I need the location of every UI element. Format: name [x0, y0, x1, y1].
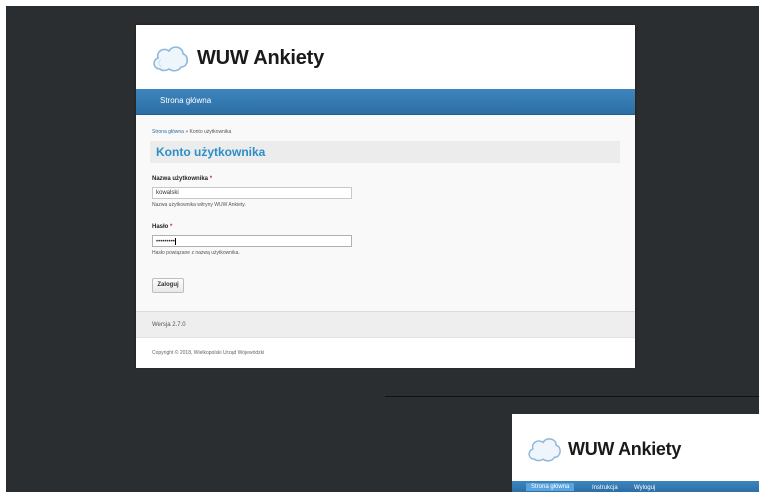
second-brand-header[interactable]: WUW Ankiety: [526, 431, 681, 467]
nav-item-home[interactable]: Strona główna: [160, 96, 211, 105]
second-site-title: WUW Ankiety: [568, 438, 682, 459]
page-title-box: Konto użytkownika: [150, 141, 620, 163]
site-title: WUW Ankiety: [197, 46, 325, 69]
username-input-value: kowalski: [156, 190, 179, 196]
second-nav-item-instructions[interactable]: Instrukcja: [592, 484, 618, 492]
left-frame-strip: [0, 0, 6, 492]
cloud-icon: [153, 46, 189, 72]
username-label: Nazwa użytkownika *: [152, 176, 212, 182]
text-caret: [174, 238, 176, 245]
username-description: Nazwa użytkownika witryny WUW Ankiety.: [152, 202, 246, 208]
username-input[interactable]: kowalski: [152, 187, 352, 199]
main-nav: Strona główna: [136, 89, 635, 115]
footer: Copyright © 2018, Wielkopolski Urząd Woj…: [136, 337, 635, 368]
password-required-mark: *: [170, 224, 173, 230]
second-main-nav: Strona główna Instrukcja Wyloguj: [512, 481, 759, 492]
breadcrumb-current: Konto użytkownika: [189, 129, 232, 135]
login-button[interactable]: Zaloguj: [152, 278, 184, 293]
second-nav-item-home[interactable]: Strona główna: [526, 483, 575, 491]
password-label-text: Hasło: [152, 224, 169, 230]
username-label-text: Nazwa użytkownika: [152, 176, 209, 182]
second-nav-item-logout[interactable]: Wyloguj: [634, 484, 655, 492]
login-window: WUW Ankiety Strona główna Strona główna …: [136, 25, 635, 368]
second-window: WUW Ankiety Strona główna Instrukcja Wyl…: [512, 414, 759, 492]
brand-header[interactable]: WUW Ankiety: [151, 40, 324, 76]
page-title: Konto użytkownika: [156, 145, 266, 159]
cloud-icon: [528, 438, 561, 462]
breadcrumb-home-link[interactable]: Strona główna: [152, 129, 184, 135]
password-label: Hasło *: [152, 224, 172, 230]
top-frame-strip: [0, 0, 759, 6]
password-input[interactable]: •••••••••: [152, 235, 352, 247]
version-text: Wersja 2.7.0: [152, 322, 186, 328]
password-input-value: •••••••••: [156, 239, 175, 246]
username-required-mark: *: [209, 176, 213, 182]
breadcrumb: Strona główna » Konto użytkownika: [152, 129, 231, 135]
password-description: Hasło powiązane z nazwą użytkownika.: [152, 250, 240, 256]
copyright-text: Copyright © 2018, Wielkopolski Urząd Woj…: [152, 350, 265, 356]
version-bar: Wersja 2.7.0: [136, 311, 635, 338]
divider-line: [385, 396, 759, 397]
main-content: Strona główna » Konto użytkownika Konto …: [136, 115, 635, 311]
